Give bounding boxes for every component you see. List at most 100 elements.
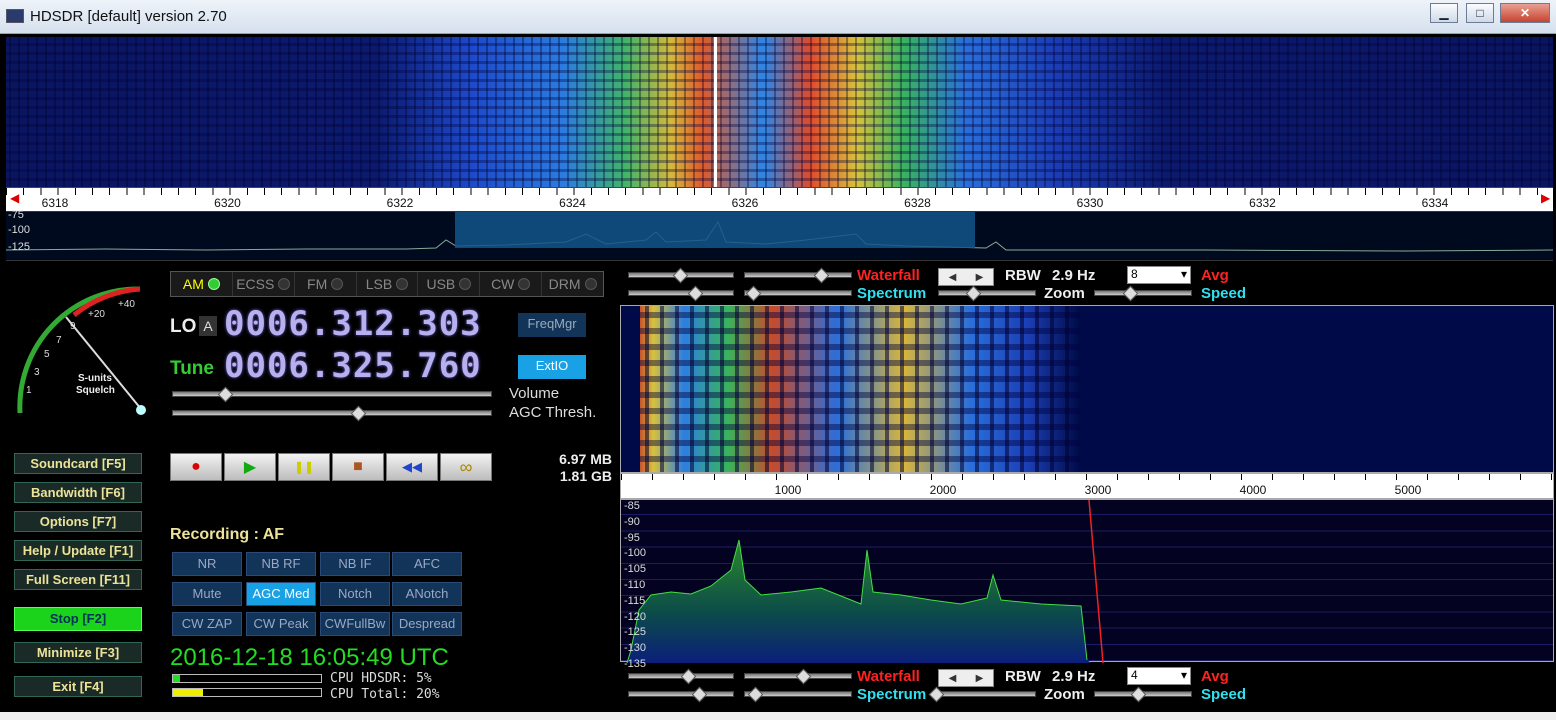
arrow-right-icon[interactable]: ▶ xyxy=(976,673,984,684)
arrow-left-icon[interactable]: ◀ xyxy=(949,673,957,684)
rewind-button[interactable]: ◀◀ xyxy=(386,453,438,481)
tune-frequency-display[interactable]: 0006.325.760 xyxy=(224,346,482,386)
extio-button[interactable]: ExtIO xyxy=(518,355,586,379)
audio-db-label: -90 xyxy=(624,515,640,528)
mode-ecss-button[interactable]: ECSS xyxy=(233,272,295,296)
audio-frequency-tick: 4000 xyxy=(1239,483,1267,497)
mode-am-button[interactable]: AM xyxy=(171,272,233,296)
volume-slider-knob[interactable] xyxy=(217,386,234,403)
cw-fullbw-button[interactable]: CWFullBw xyxy=(320,612,390,636)
upper-waterfall-arrows[interactable]: ◀ ▶ xyxy=(938,268,994,286)
minimize-button[interactable]: Minimize [F3] xyxy=(14,642,142,663)
cw-zap-button[interactable]: CW ZAP xyxy=(172,612,242,636)
freqmgr-button[interactable]: FreqMgr xyxy=(518,313,586,337)
audio-spectrum[interactable] xyxy=(620,499,1554,663)
nr-button[interactable]: NR xyxy=(172,552,242,576)
scroll-left-arrow-icon[interactable]: ◀ xyxy=(10,191,19,205)
lower-avg-select[interactable]: 4 xyxy=(1127,667,1191,685)
mode-label: ECSS xyxy=(236,276,275,292)
slider-knob[interactable] xyxy=(965,285,982,302)
play-button[interactable]: ▶ xyxy=(224,453,276,481)
arrow-left-icon[interactable]: ◀ xyxy=(949,272,957,283)
audio-db-label: -105 xyxy=(624,563,647,576)
cw-peak-button[interactable]: CW Peak xyxy=(246,612,316,636)
mode-fm-button[interactable]: FM xyxy=(295,272,357,296)
options-button[interactable]: Options [F7] xyxy=(14,511,142,532)
upper-avg-select[interactable]: 8 xyxy=(1127,266,1191,284)
rf-frequency-tick: 6320 xyxy=(214,196,241,210)
cpu-total-fill xyxy=(173,689,203,696)
audio-db-label: -115 xyxy=(624,594,646,607)
upper-waterfall-slider-2[interactable] xyxy=(744,272,852,278)
mode-label: AM xyxy=(182,276,204,292)
slider-knob[interactable] xyxy=(1122,285,1139,302)
lo-frequency-display[interactable]: 0006.312.303 xyxy=(224,304,482,344)
mode-lsb-button[interactable]: LSB xyxy=(357,272,419,296)
audio-db-label: -125 xyxy=(624,626,647,639)
slider-knob[interactable] xyxy=(928,686,945,703)
nb-if-button[interactable]: NB IF xyxy=(320,552,390,576)
nb-rf-button[interactable]: NB RF xyxy=(246,552,316,576)
lower-waterfall-arrows[interactable]: ◀ ▶ xyxy=(938,669,994,687)
slider-knob[interactable] xyxy=(747,686,764,703)
agc-threshold-slider[interactable] xyxy=(172,410,492,416)
slider-knob[interactable] xyxy=(745,285,762,302)
help-update-button[interactable]: Help / Update [F1] xyxy=(14,540,142,561)
upper-spectrum-slider-1[interactable] xyxy=(628,290,734,296)
slider-knob[interactable] xyxy=(691,686,708,703)
anotch-button[interactable]: ANotch xyxy=(392,582,462,606)
minimize-window-button[interactable]: ▁ xyxy=(1430,3,1458,23)
mode-usb-button[interactable]: USB xyxy=(418,272,481,296)
rf-frequency-tick: 6330 xyxy=(1076,196,1104,210)
lower-rbw-label: RBW xyxy=(1005,668,1041,685)
upper-speed-slider[interactable] xyxy=(1094,290,1192,296)
stop-button[interactable]: Stop [F2] xyxy=(14,607,142,631)
slider-knob[interactable] xyxy=(795,668,812,685)
stop-playback-button[interactable]: ■ xyxy=(332,453,384,481)
lower-spectrum-slider-1[interactable] xyxy=(628,691,734,697)
slider-knob[interactable] xyxy=(672,267,689,284)
mode-cw-button[interactable]: CW xyxy=(480,272,543,296)
lower-zoom-label: Zoom xyxy=(1044,686,1085,703)
soundcard-button[interactable]: Soundcard [F5] xyxy=(14,453,142,474)
agc-threshold-slider-knob[interactable] xyxy=(350,405,367,422)
despread-button[interactable]: Despread xyxy=(392,612,462,636)
pause-button[interactable]: ❚❚ xyxy=(278,453,330,481)
lower-avg-label: Avg xyxy=(1201,668,1229,685)
slider-knob[interactable] xyxy=(813,267,830,284)
led-icon xyxy=(207,278,220,290)
bandwidth-button[interactable]: Bandwidth [F6] xyxy=(14,482,142,503)
db-label: -125 xyxy=(8,241,31,253)
slider-knob[interactable] xyxy=(687,285,704,302)
s-meter-scale-40: +40 xyxy=(118,299,135,310)
maximize-window-button[interactable]: □ xyxy=(1466,3,1494,23)
agc-med-button[interactable]: AGC Med xyxy=(246,582,316,606)
title-bar: HDSDR [default] version 2.70 ▁ □ ✕ xyxy=(0,0,1556,34)
led-icon xyxy=(396,278,409,290)
window-title: HDSDR [default] version 2.70 xyxy=(30,8,227,25)
record-button[interactable]: ● xyxy=(170,453,222,481)
scroll-right-arrow-icon[interactable]: ▶ xyxy=(1541,191,1550,205)
slider-knob[interactable] xyxy=(680,668,697,685)
status-bar xyxy=(0,712,1556,720)
tune-cursor[interactable] xyxy=(714,37,717,187)
afc-button[interactable]: AFC xyxy=(392,552,462,576)
lo-lock-button[interactable]: A xyxy=(199,316,217,336)
audio-db-label: -130 xyxy=(624,642,647,655)
lower-zoom-slider[interactable] xyxy=(938,691,1036,697)
slider-knob[interactable] xyxy=(1130,686,1147,703)
rf-bandwidth-filter[interactable] xyxy=(455,212,975,248)
mode-drm-button[interactable]: DRM xyxy=(542,272,603,296)
exit-button[interactable]: Exit [F4] xyxy=(14,676,142,697)
full-screen-button[interactable]: Full Screen [F11] xyxy=(14,569,142,590)
loop-button[interactable]: ∞ xyxy=(440,453,492,481)
upper-zoom-slider[interactable] xyxy=(938,290,1036,296)
arrow-right-icon[interactable]: ▶ xyxy=(976,272,984,283)
close-window-button[interactable]: ✕ xyxy=(1500,3,1550,23)
upper-rbw-value: 2.9 Hz xyxy=(1052,267,1096,284)
s-meter-scale-7: 7 xyxy=(56,335,62,346)
rf-waterfall[interactable] xyxy=(6,37,1553,187)
notch-button[interactable]: Notch xyxy=(320,582,390,606)
mute-button[interactable]: Mute xyxy=(172,582,242,606)
audio-db-label: -100 xyxy=(624,547,647,560)
